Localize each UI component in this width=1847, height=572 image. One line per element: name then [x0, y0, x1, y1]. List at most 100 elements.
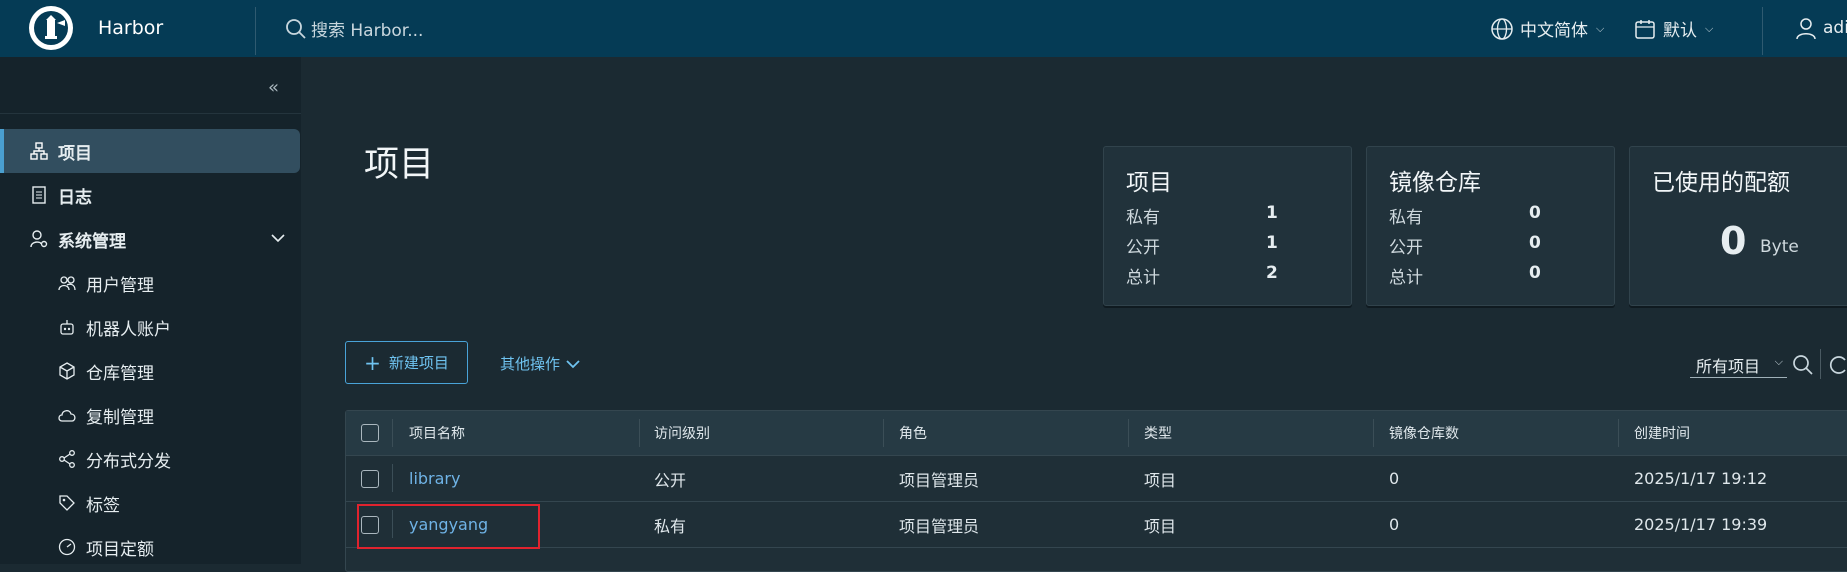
sidebar-item-label: 仓库管理: [86, 363, 154, 384]
row-value: 0: [1529, 263, 1541, 283]
projects-table: 项目名称 访问级别 角色 类型 镜像仓库数 创建时间 library 公开 项目…: [345, 410, 1847, 572]
card-row: 公开 1: [1126, 233, 1326, 258]
repo-count: 0: [1389, 469, 1400, 488]
column-header-name[interactable]: 项目名称: [409, 411, 465, 455]
top-header: Harbor 搜索 Harbor... 中文简体 ⌵ 默认 ⌵ adi: [0, 0, 1847, 57]
highlight-annotation-box: [357, 504, 540, 549]
app-title[interactable]: Harbor: [98, 17, 163, 39]
row-value: 0: [1529, 203, 1541, 223]
refresh-icon[interactable]: [1829, 354, 1847, 380]
new-project-label: 新建项目: [388, 354, 449, 372]
card-title: 镜像仓库: [1389, 170, 1481, 196]
table-row: library 公开 项目管理员 项目 0 2025/1/17 19:12: [346, 456, 1847, 502]
column-header-type[interactable]: 类型: [1144, 411, 1172, 455]
type: 项目: [1144, 470, 1177, 490]
toolbar-divider: [1820, 349, 1821, 379]
sidebar-item-distribution[interactable]: 分布式分发: [0, 437, 300, 481]
row-value: 0: [1529, 233, 1541, 253]
sidebar-item-label: 项目: [58, 143, 92, 164]
search-icon[interactable]: [1792, 354, 1814, 380]
language-label: 中文简体: [1520, 21, 1588, 41]
column-header-access[interactable]: 访问级别: [654, 411, 710, 455]
sidebar-item-users[interactable]: 用户管理: [0, 261, 300, 305]
row-value: 2: [1266, 263, 1278, 283]
access-level: 公开: [654, 470, 687, 490]
access-level: 私有: [654, 516, 687, 536]
created-time: 2025/1/17 19:12: [1634, 469, 1768, 488]
sidebar-item-labels[interactable]: 标签: [0, 481, 300, 525]
projects-summary-card: 项目 私有 1 公开 1 总计 2: [1103, 146, 1352, 306]
column-divider: [392, 464, 393, 492]
sidebar-item-robot-accounts[interactable]: 机器人账户: [0, 305, 300, 349]
sidebar-item-label: 日志: [58, 187, 92, 208]
sidebar-item-projects[interactable]: 项目: [0, 129, 300, 173]
card-title: 项目: [1126, 170, 1172, 196]
quota-summary-card: 已使用的配额 0 Byte: [1629, 146, 1847, 306]
user-icon: [1796, 18, 1816, 40]
sidebar-item-label: 分布式分发: [86, 451, 171, 472]
sidebar-item-label: 复制管理: [86, 407, 154, 428]
row-label: 公开: [1126, 238, 1160, 258]
sidebar-collapse-row: «: [0, 57, 301, 114]
project-name-link[interactable]: library: [409, 456, 460, 501]
theme-label: 默认: [1663, 21, 1697, 41]
sidebar-item-system-admin[interactable]: 系统管理: [0, 217, 300, 261]
column-divider: [1128, 419, 1129, 447]
user-name: adi: [1823, 18, 1847, 38]
table-row: yangyang 私有 项目管理员 项目 0 2025/1/17 19:39: [346, 502, 1847, 548]
sidebar-item-label: 用户管理: [86, 275, 154, 296]
created-time: 2025/1/17 19:39: [1634, 515, 1768, 534]
quota-unit: Byte: [1760, 237, 1799, 257]
chevron-down-icon: ⌵: [1774, 355, 1783, 368]
repositories-summary-card: 镜像仓库 私有 0 公开 0 总计 0: [1366, 146, 1615, 306]
sidebar-item-registries[interactable]: 仓库管理: [0, 349, 300, 393]
cloud-sync-icon: [56, 407, 78, 423]
sidebar-item-replication[interactable]: 复制管理: [0, 393, 300, 437]
quota-value: 0: [1720, 219, 1747, 263]
more-actions-button[interactable]: 其他操作: [500, 353, 580, 374]
calendar-icon: [1635, 19, 1655, 39]
tag-icon: [56, 494, 78, 512]
column-divider: [1618, 419, 1619, 447]
sidebar-item-label: 项目定额: [86, 539, 154, 560]
language-selector[interactable]: 中文简体 ⌵: [1490, 16, 1604, 41]
row-checkbox[interactable]: [361, 456, 379, 501]
more-actions-label: 其他操作: [500, 355, 561, 373]
sidebar-item-label: 机器人账户: [86, 319, 171, 340]
page-title: 项目: [364, 145, 435, 185]
sitemap-icon: [28, 142, 50, 160]
row-value: 1: [1266, 233, 1278, 253]
role: 项目管理员: [899, 470, 980, 490]
sidebar-item-label: 标签: [86, 495, 120, 516]
sidebar-item-project-quotas[interactable]: 项目定额: [0, 525, 300, 569]
collapse-sidebar-icon[interactable]: «: [268, 77, 279, 98]
card-title: 已使用的配额: [1652, 170, 1790, 196]
header-divider: [1762, 7, 1763, 55]
chevron-down-icon: [566, 359, 580, 368]
project-filter-select[interactable]: 所有项目 ⌵: [1690, 353, 1787, 378]
theme-selector[interactable]: 默认 ⌵: [1633, 16, 1713, 41]
card-row: 公开 0: [1389, 233, 1589, 258]
gauge-icon: [56, 538, 78, 556]
cube-icon: [56, 362, 78, 380]
type: 项目: [1144, 516, 1177, 536]
harbor-logo-icon[interactable]: [29, 6, 73, 50]
column-divider: [392, 419, 393, 447]
column-header-role[interactable]: 角色: [899, 411, 927, 455]
log-icon: [28, 186, 50, 204]
column-header-repo-count[interactable]: 镜像仓库数: [1389, 411, 1459, 455]
chevron-down-icon: [270, 230, 286, 251]
global-search[interactable]: 搜索 Harbor...: [285, 16, 423, 41]
column-header-created[interactable]: 创建时间: [1634, 411, 1690, 455]
sidebar-item-logs[interactable]: 日志: [0, 173, 300, 217]
select-all-checkbox[interactable]: [361, 411, 379, 455]
column-divider: [1373, 419, 1374, 447]
user-menu[interactable]: adi: [1795, 16, 1847, 40]
chevron-down-icon: ⌵: [1705, 21, 1714, 35]
header-divider: [255, 7, 256, 55]
new-project-button[interactable]: + 新建项目: [345, 341, 468, 384]
row-value: 1: [1266, 203, 1278, 223]
search-input[interactable]: 搜索 Harbor...: [311, 16, 423, 41]
globe-icon: [1491, 17, 1513, 40]
card-row: 总计 2: [1126, 263, 1326, 288]
